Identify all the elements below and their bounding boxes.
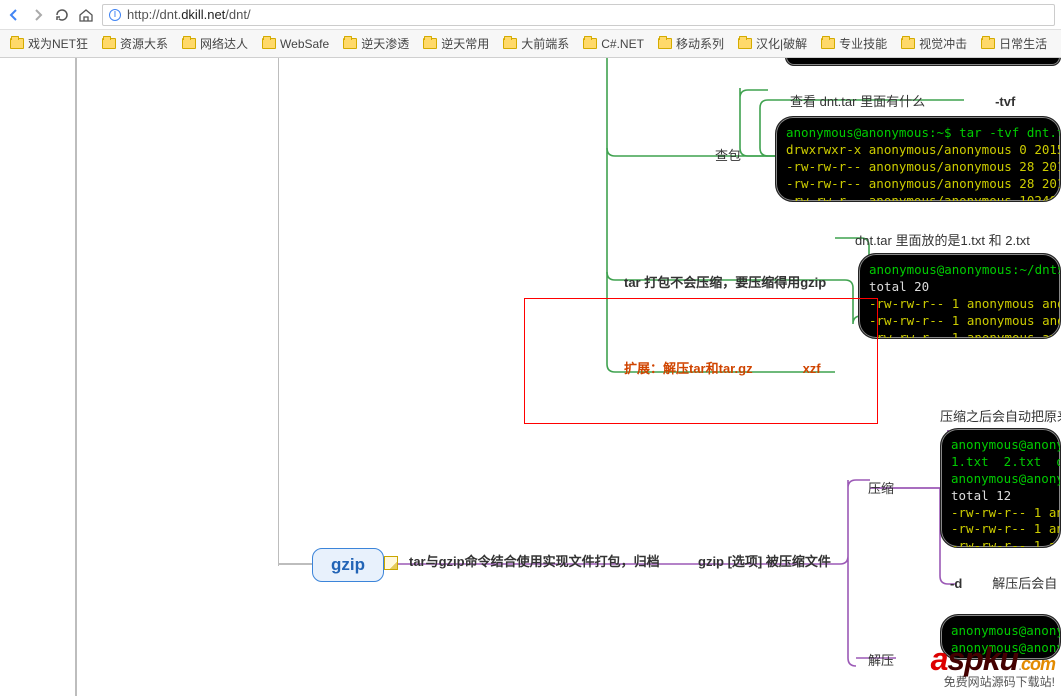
home-icon[interactable] — [78, 7, 94, 23]
bookmark-item[interactable]: 网络达人 — [176, 33, 254, 54]
watermark-sub: 免费网站源码下载站! — [931, 673, 1055, 690]
folder-icon — [182, 38, 196, 49]
site-info-icon[interactable]: i — [109, 9, 121, 21]
label-chabao[interactable]: 查包 — [715, 145, 741, 164]
bookmark-item[interactable]: WebSafe — [256, 35, 335, 53]
bookmark-item[interactable]: 资源大系 — [96, 33, 174, 54]
bookmark-item[interactable]: 日常生活 — [975, 33, 1053, 54]
nav-toolbar: i http://dnt.dkill.net/dnt/ — [0, 0, 1061, 30]
folder-icon — [423, 38, 437, 49]
bookmark-item[interactable]: 大前端系 — [497, 33, 575, 54]
label-gzip-opts[interactable]: gzip [选项] 被压缩文件 — [698, 551, 831, 570]
mindmap-canvas[interactable]: anonymous@anonymous:~$ tar -tvf dnt.tar … — [0, 58, 1061, 696]
bookmark-item[interactable]: 逆天常用 — [417, 33, 495, 54]
bookmark-bar: 戏为NET狂 资源大系 网络达人 WebSafe 逆天渗透 逆天常用 大前端系 … — [0, 30, 1061, 58]
bookmark-item[interactable]: 移动系列 — [652, 33, 730, 54]
folder-icon — [102, 38, 116, 49]
bookmark-item[interactable]: 律师网站 — [1055, 33, 1061, 54]
label-compress[interactable]: 压缩 — [868, 478, 894, 497]
bookmark-item[interactable]: C#.NET — [577, 35, 650, 53]
folder-icon — [10, 38, 24, 49]
terminal-compress: anonymous@anony 1.txt 2.txt d anonymous@… — [940, 428, 1061, 548]
gzip-node[interactable]: gzip — [312, 548, 384, 582]
bookmark-item[interactable]: 汉化|破解 — [732, 33, 813, 54]
watermark: aspku.com 免费网站源码下载站! — [931, 643, 1055, 690]
terminal-top — [785, 58, 1061, 66]
back-icon[interactable] — [6, 7, 22, 23]
folder-icon — [658, 38, 672, 49]
note-icon[interactable] — [384, 556, 398, 570]
selection-box — [524, 298, 878, 424]
folder-icon — [262, 38, 276, 49]
terminal-ls: anonymous@anonymous:~/dnt$ l total 20 -r… — [858, 253, 1061, 339]
folder-icon — [901, 38, 915, 49]
label-d[interactable]: -d解压后会自 — [950, 573, 1057, 592]
url-bar[interactable]: i http://dnt.dkill.net/dnt/ — [102, 4, 1055, 26]
url-text: http://dnt.dkill.net/dnt/ — [127, 7, 251, 22]
bookmark-item[interactable]: 逆天渗透 — [337, 33, 415, 54]
reload-icon[interactable] — [54, 7, 70, 23]
label-view-tar[interactable]: 查看 dnt.tar 里面有什么-tvf — [790, 91, 1015, 110]
folder-icon — [738, 38, 752, 49]
folder-icon — [343, 38, 357, 49]
label-decompress[interactable]: 解压 — [868, 650, 894, 669]
label-dnt-contains[interactable]: dnt.tar 里面放的是1.txt 和 2.txt — [855, 230, 1030, 249]
folder-icon — [981, 38, 995, 49]
label-tar-nocompress[interactable]: tar 打包不会压缩，要压缩得用gzip — [624, 272, 826, 291]
label-compress-after[interactable]: 压缩之后会自动把原来 — [940, 406, 1061, 425]
bookmark-item[interactable]: 视觉冲击 — [895, 33, 973, 54]
bookmark-item[interactable]: 戏为NET狂 — [4, 33, 94, 54]
bookmark-item[interactable]: 专业技能 — [815, 33, 893, 54]
forward-icon — [30, 7, 46, 23]
terminal-tvf: anonymous@anonymous:~$ tar -tvf dnt.tar … — [775, 116, 1061, 202]
label-tar-gzip-combine[interactable]: tar与gzip命令结合使用实现文件打包，归档 — [409, 551, 660, 570]
folder-icon — [821, 38, 835, 49]
folder-icon — [583, 38, 597, 49]
folder-icon — [503, 38, 517, 49]
watermark-logo: aspku.com — [931, 643, 1055, 675]
